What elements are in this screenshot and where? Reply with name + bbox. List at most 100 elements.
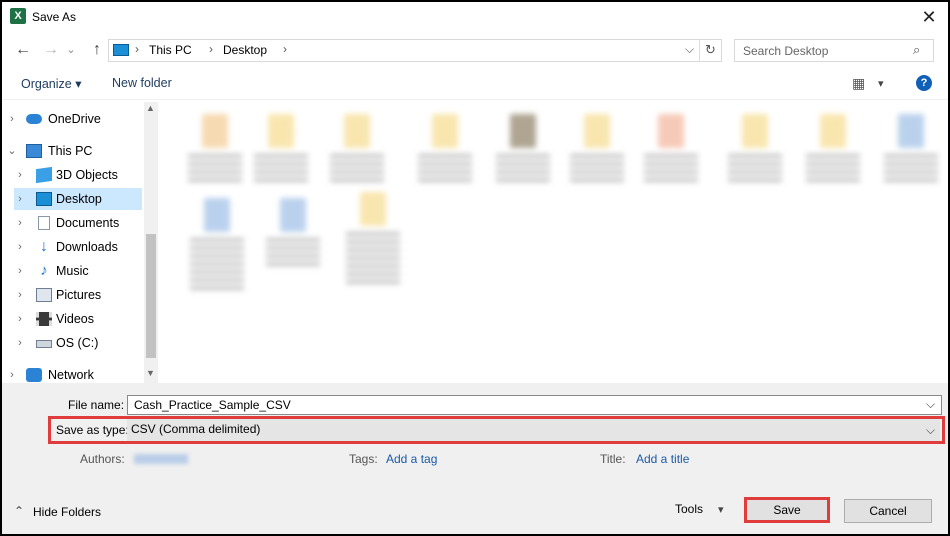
refresh-button[interactable]: ↻ xyxy=(699,40,721,61)
file-name-dropdown-chevron-down-icon[interactable]: ⌵ xyxy=(926,397,935,412)
file-item[interactable] xyxy=(881,114,941,182)
file-icon xyxy=(280,198,306,232)
close-button[interactable]: ✕ xyxy=(912,4,946,30)
file-name-redacted xyxy=(190,238,244,290)
file-name-redacted xyxy=(254,154,308,182)
address-dropdown-chevron-down-icon[interactable]: ⌵ xyxy=(685,42,694,57)
file-item[interactable] xyxy=(725,114,785,182)
view-options-icon[interactable]: ▦ xyxy=(852,75,865,92)
file-item[interactable] xyxy=(327,114,387,182)
up-button[interactable]: ↑ xyxy=(86,39,108,61)
video-icon xyxy=(36,312,52,326)
file-item[interactable] xyxy=(251,114,311,182)
network-icon xyxy=(26,368,42,382)
sidebar-item-3d-objects[interactable]: › 3D Objects xyxy=(14,164,154,186)
save-as-dialog: X Save As ✕ ← → ⌄ ↑ › This PC › Desktop … xyxy=(2,2,948,534)
dialog-title: Save As xyxy=(32,10,77,24)
forward-button[interactable]: → xyxy=(40,39,62,61)
tools-button[interactable]: Tools xyxy=(675,502,703,516)
sidebar-item-onedrive[interactable]: › OneDrive xyxy=(6,108,146,130)
sidebar-item-label: Desktop xyxy=(56,192,102,206)
sidebar-item-documents[interactable]: › Documents xyxy=(14,212,154,234)
tools-menu-chevron-down-icon[interactable]: ▾ xyxy=(718,503,724,516)
file-item[interactable] xyxy=(567,114,627,182)
file-icon xyxy=(202,114,228,148)
add-tag-link[interactable]: Add a tag xyxy=(386,452,437,466)
file-name-redacted xyxy=(188,154,242,182)
sidebar-item-pictures[interactable]: › Pictures xyxy=(14,284,154,306)
drive-icon xyxy=(36,340,52,348)
file-item[interactable] xyxy=(185,114,245,182)
scroll-down-icon[interactable]: ▼ xyxy=(146,368,155,378)
expand-chevron-icon[interactable]: › xyxy=(14,284,26,306)
file-item[interactable] xyxy=(343,192,403,284)
cancel-button[interactable]: Cancel xyxy=(844,499,932,523)
search-input[interactable]: Search Desktop ⌕ xyxy=(734,39,934,62)
folder-icon xyxy=(820,114,846,148)
sidebar-item-music[interactable]: › ♪ Music xyxy=(14,260,154,282)
sidebar-item-os-c[interactable]: › OS (C:) xyxy=(14,332,154,354)
new-folder-button[interactable]: New folder xyxy=(112,76,172,90)
file-item[interactable] xyxy=(641,114,701,182)
breadcrumb-this-pc[interactable]: This PC xyxy=(149,43,192,57)
breadcrumb-separator: › xyxy=(283,42,287,56)
expand-chevron-icon[interactable]: › xyxy=(14,212,26,234)
sidebar-item-label: OS (C:) xyxy=(56,336,99,350)
expand-chevron-icon[interactable]: › xyxy=(14,260,26,282)
file-item[interactable] xyxy=(803,114,863,182)
expand-chevron-icon[interactable]: › xyxy=(14,332,26,354)
file-list xyxy=(159,102,948,383)
view-menu-chevron-down-icon[interactable]: ▾ xyxy=(878,77,884,90)
sidebar-item-desktop[interactable]: › Desktop xyxy=(14,188,142,210)
save-button[interactable]: Save xyxy=(744,497,830,523)
recent-locations-chevron-down-icon[interactable]: ⌄ xyxy=(64,39,78,61)
file-name-redacted xyxy=(570,154,624,182)
breadcrumb-desktop[interactable]: Desktop xyxy=(223,43,267,57)
sidebar-scrollbar-thumb[interactable] xyxy=(146,234,156,358)
picture-icon xyxy=(36,288,52,302)
file-item[interactable] xyxy=(415,114,475,182)
expand-chevron-icon[interactable]: › xyxy=(14,188,26,210)
file-name-redacted xyxy=(728,154,782,182)
save-type-dropdown-chevron-down-icon[interactable]: ⌵ xyxy=(926,423,935,438)
file-name-label: File name: xyxy=(68,398,125,412)
file-name-field[interactable]: Cash_Practice_Sample_CSV xyxy=(127,395,942,415)
breadcrumb-separator: › xyxy=(209,42,213,56)
file-item[interactable] xyxy=(187,198,247,290)
expand-chevron-icon[interactable]: › xyxy=(14,164,26,186)
sidebar-item-downloads[interactable]: › ↓ Downloads xyxy=(14,236,154,258)
add-title-link[interactable]: Add a title xyxy=(636,452,689,466)
file-item[interactable] xyxy=(263,198,323,266)
title-bar xyxy=(2,2,948,32)
address-bar[interactable]: › This PC › Desktop › ⌵ ↻ xyxy=(108,39,722,62)
file-item[interactable] xyxy=(493,114,553,182)
sidebar-item-label: Videos xyxy=(56,312,94,326)
sidebar-item-label: Music xyxy=(56,264,89,278)
file-name-redacted xyxy=(330,154,384,182)
breadcrumb-separator: › xyxy=(135,42,139,56)
back-button[interactable]: ← xyxy=(12,39,34,61)
download-icon: ↓ xyxy=(40,238,48,255)
expand-chevron-icon[interactable]: › xyxy=(14,236,26,258)
sidebar-item-videos[interactable]: › Videos xyxy=(14,308,154,330)
authors-value-redacted[interactable] xyxy=(134,454,188,464)
file-name-redacted xyxy=(266,238,320,266)
file-name-value: Cash_Practice_Sample_CSV xyxy=(134,398,291,412)
file-icon xyxy=(898,114,924,148)
expand-chevron-icon[interactable]: › xyxy=(6,108,18,130)
expand-chevron-icon[interactable]: › xyxy=(14,308,26,330)
save-type-select[interactable]: CSV (Comma delimited) xyxy=(127,419,940,441)
folder-icon xyxy=(742,114,768,148)
navigation-pane: › OneDrive ⌄ This PC › 3D Objects › Desk… xyxy=(2,102,158,383)
desktop-icon xyxy=(36,192,52,206)
hide-folders-button[interactable]: Hide Folders xyxy=(33,505,101,519)
help-icon[interactable]: ? xyxy=(916,75,932,91)
scroll-up-icon[interactable]: ▲ xyxy=(146,103,155,113)
organize-button[interactable]: Organize ▾ xyxy=(21,76,81,91)
search-icon[interactable]: ⌕ xyxy=(913,42,920,58)
file-icon xyxy=(204,198,230,232)
cube-icon xyxy=(36,166,52,184)
hide-folders-chevron-up-icon[interactable]: ⌃ xyxy=(14,504,24,518)
collapse-chevron-icon[interactable]: ⌄ xyxy=(6,140,18,162)
sidebar-item-this-pc[interactable]: ⌄ This PC xyxy=(6,140,146,162)
